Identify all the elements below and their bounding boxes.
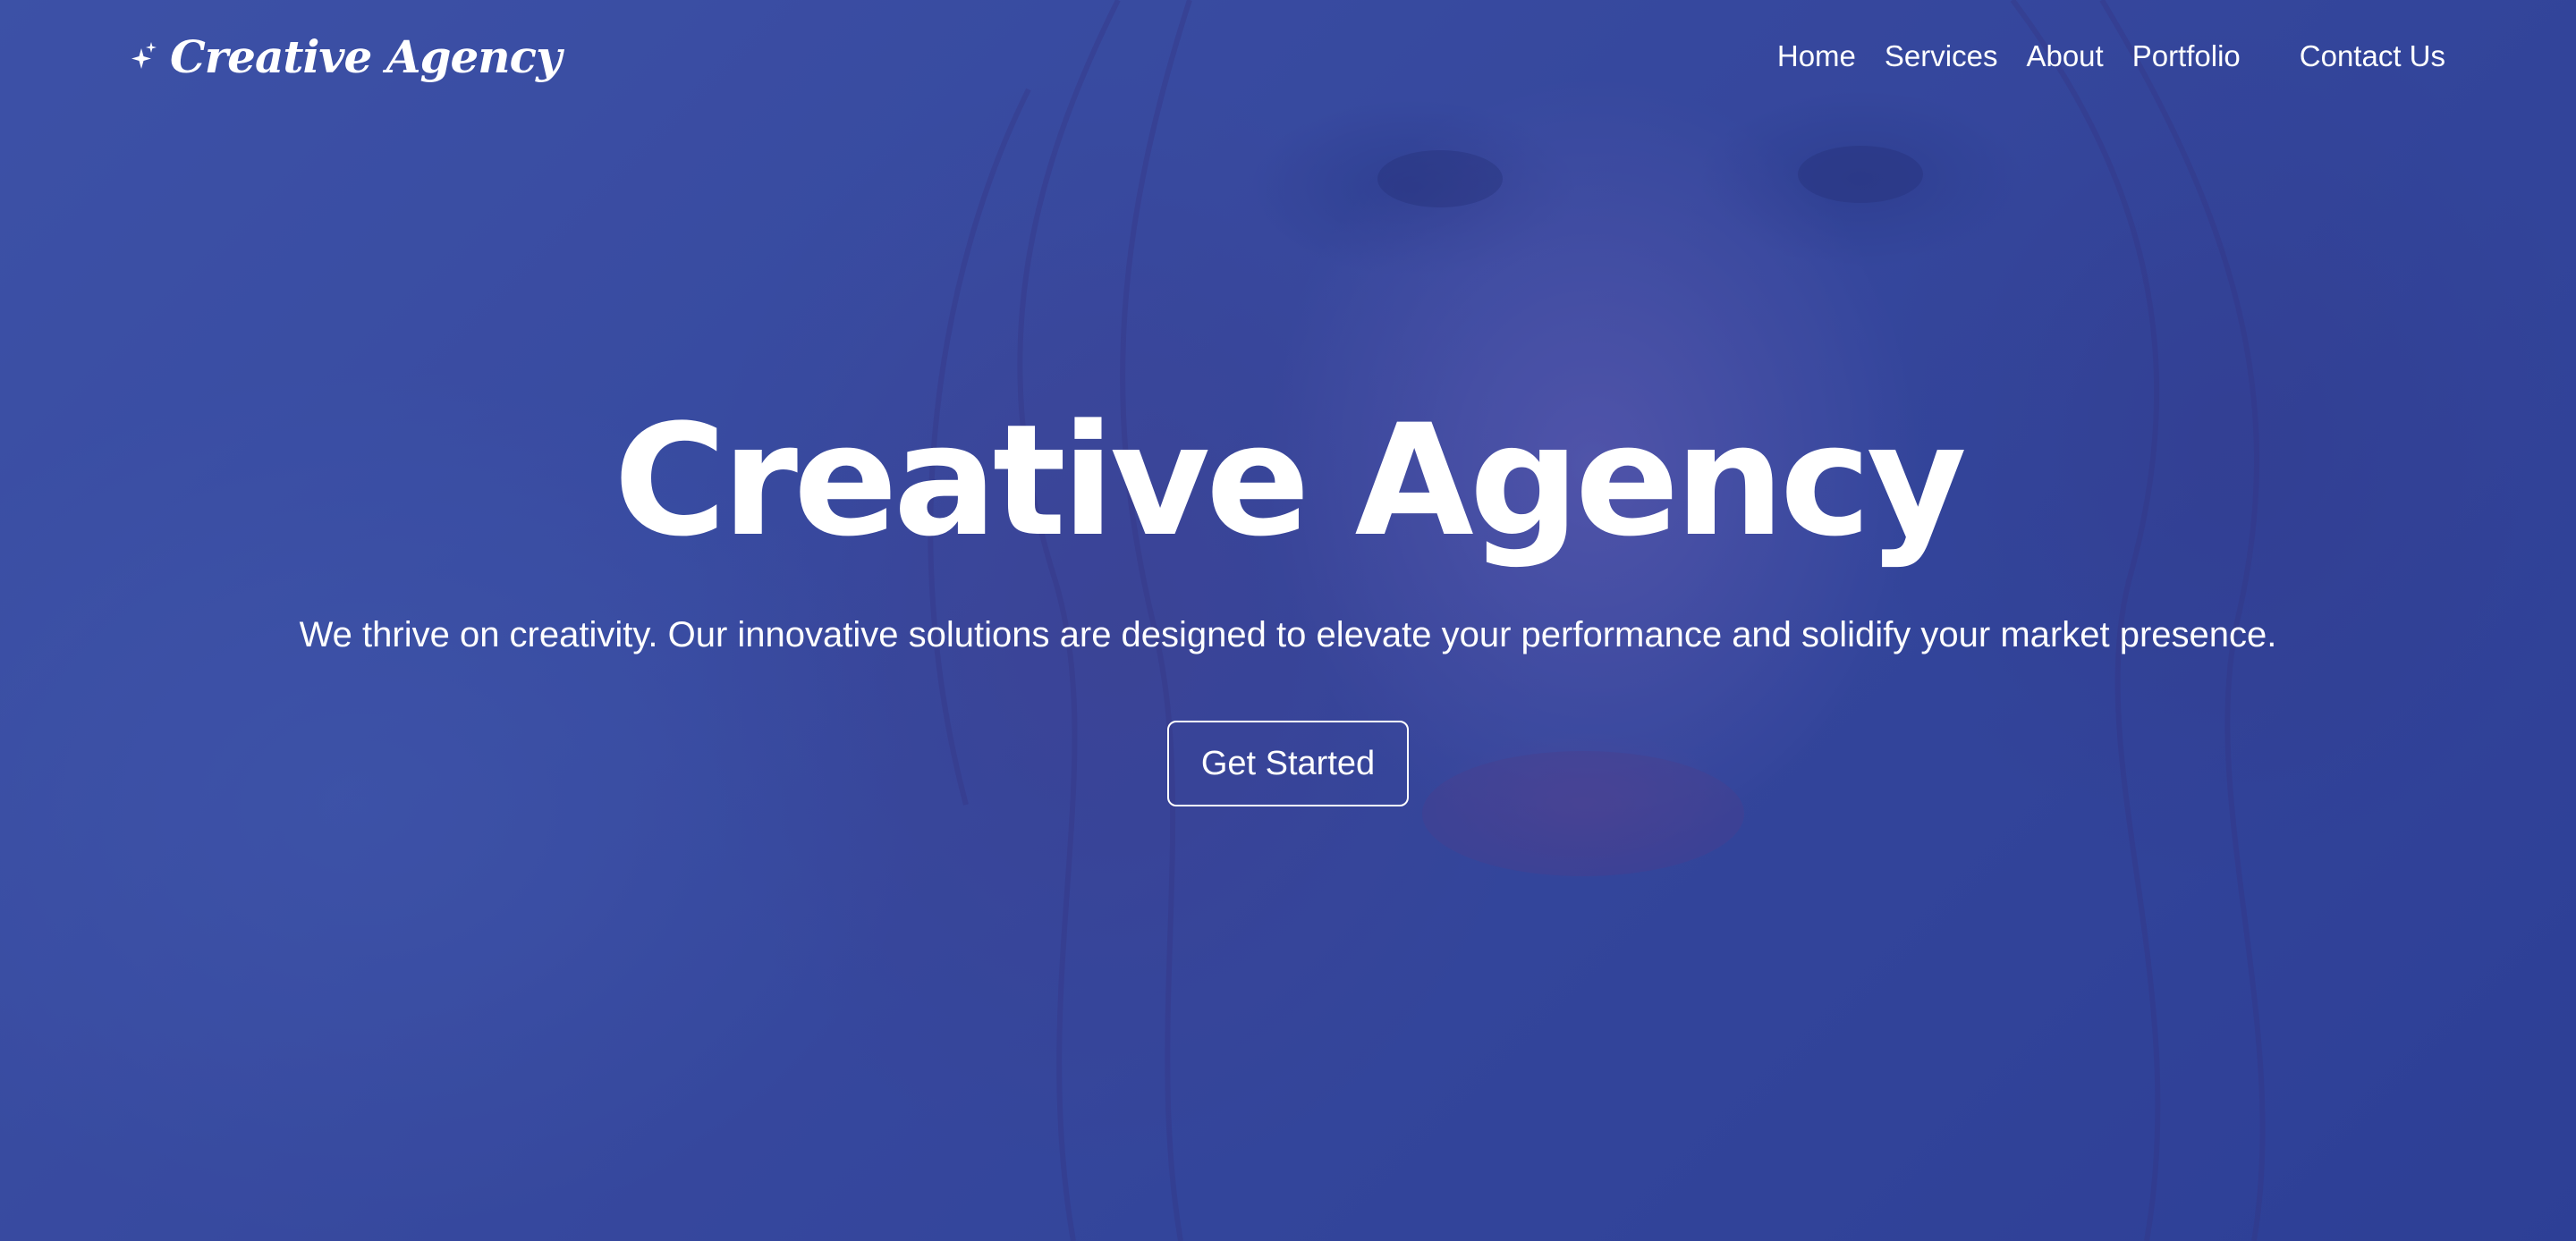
brand-logo[interactable]: Creative Agency [131, 30, 562, 83]
nav-link-services[interactable]: Services [1885, 39, 1998, 73]
get-started-button[interactable]: Get Started [1167, 721, 1409, 806]
nav-link-portfolio[interactable]: Portfolio [2132, 39, 2241, 73]
nav-link-home[interactable]: Home [1777, 39, 1856, 73]
nav-links: Home Services About Portfolio Contact Us [1777, 39, 2445, 73]
nav-link-about[interactable]: About [2026, 39, 2103, 73]
hero-title: Creative Agency [613, 391, 1967, 570]
hero-section: Creative Agency Home Services About Port… [0, 0, 2576, 1241]
nav-link-contact-us[interactable]: Contact Us [2300, 39, 2445, 73]
hero-content: Creative Agency We thrive on creativity.… [0, 0, 2576, 1241]
navbar: Creative Agency Home Services About Port… [0, 0, 2576, 113]
brand-name: Creative Agency [170, 30, 562, 83]
hero-subtitle: We thrive on creativity. Our innovative … [299, 615, 2277, 654]
sparkles-icon [131, 41, 157, 72]
